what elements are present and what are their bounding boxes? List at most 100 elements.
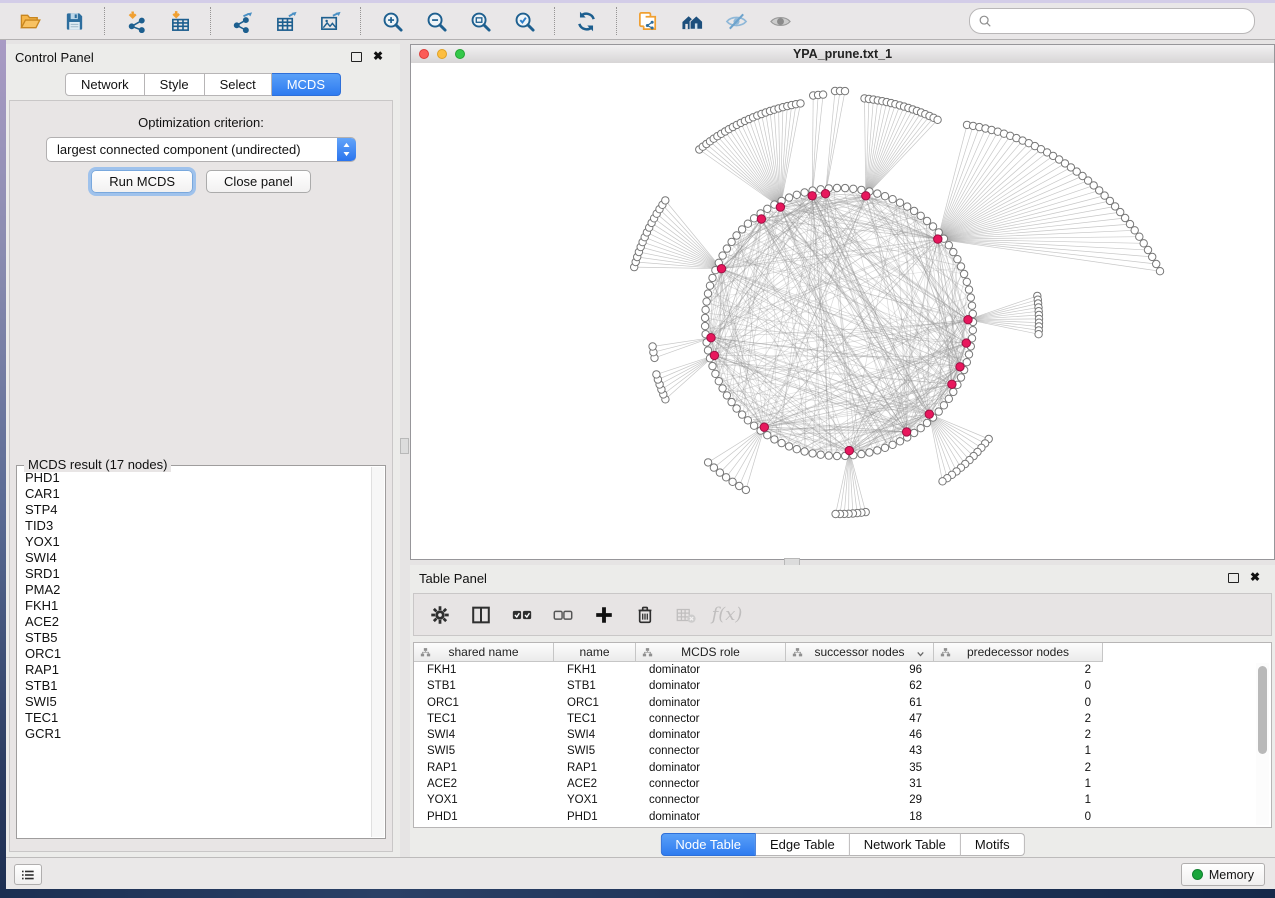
show-hide-button[interactable] bbox=[763, 5, 797, 37]
optimization-criterion-select[interactable]: largest connected component (undirected) bbox=[46, 137, 356, 162]
table-row[interactable]: ORC1ORC1dominator610 bbox=[414, 695, 1271, 711]
table-row[interactable]: FKH1FKH1dominator962 bbox=[414, 662, 1271, 678]
tab-network[interactable]: Network bbox=[65, 73, 145, 96]
column-header-successor-nodes[interactable]: successor nodes bbox=[786, 643, 934, 662]
copy-style-button[interactable] bbox=[631, 5, 665, 37]
close-panel-button[interactable]: Close panel bbox=[206, 170, 311, 193]
tab-mcds[interactable]: MCDS bbox=[272, 73, 341, 96]
table-row[interactable]: RAP1RAP1dominator352 bbox=[414, 760, 1271, 776]
tab-motifs[interactable]: Motifs bbox=[961, 833, 1025, 856]
mcds-result-item[interactable]: STB5 bbox=[19, 630, 371, 646]
select-all-button[interactable] bbox=[509, 602, 535, 628]
search-houses-button[interactable] bbox=[675, 5, 709, 37]
table-cell: 2 bbox=[934, 760, 1103, 776]
add-button[interactable] bbox=[591, 602, 617, 628]
table-scrollbar[interactable] bbox=[1256, 663, 1269, 825]
tab-select[interactable]: Select bbox=[205, 73, 272, 96]
column-header-MCDS-role[interactable]: MCDS role bbox=[636, 643, 786, 662]
column-header-predecessor-nodes[interactable]: predecessor nodes bbox=[934, 643, 1103, 662]
network-canvas[interactable] bbox=[411, 63, 1274, 559]
mcds-result-item[interactable]: YOX1 bbox=[19, 534, 371, 550]
mcds-result-item[interactable]: SRD1 bbox=[19, 566, 371, 582]
zoom-selected-button[interactable] bbox=[507, 5, 541, 37]
network-window-titlebar[interactable]: YPA_prune.txt_1 bbox=[411, 45, 1274, 64]
mcds-result-scrollbar[interactable] bbox=[371, 467, 384, 837]
tab-network-table[interactable]: Network Table bbox=[850, 833, 961, 856]
mcds-result-item[interactable]: STP4 bbox=[19, 502, 371, 518]
mcds-result-item[interactable]: CAR1 bbox=[19, 486, 371, 502]
table-cell: 2 bbox=[934, 711, 1103, 727]
mcds-result-item[interactable]: SWI5 bbox=[19, 694, 371, 710]
import-network-button[interactable] bbox=[119, 5, 153, 37]
export-image-button[interactable] bbox=[313, 5, 347, 37]
function-icon: f(x) bbox=[712, 604, 743, 625]
optimization-criterion-label: Optimization criterion: bbox=[10, 115, 392, 130]
float-panel-icon[interactable] bbox=[351, 52, 362, 62]
table-cell: STB1 bbox=[554, 678, 636, 694]
search-input[interactable] bbox=[997, 13, 1246, 29]
close-panel-icon[interactable]: ✖ bbox=[373, 49, 383, 63]
list-icon bbox=[20, 867, 36, 883]
table-row[interactable]: ACE2ACE2connector311 bbox=[414, 776, 1271, 792]
mcds-result-item[interactable]: ACE2 bbox=[19, 614, 371, 630]
mcds-result-item[interactable]: TEC1 bbox=[19, 710, 371, 726]
table-row[interactable]: SWI5SWI5connector431 bbox=[414, 743, 1271, 759]
delete-table-icon bbox=[675, 604, 697, 626]
table-cell: 2 bbox=[934, 662, 1103, 678]
export-network-icon bbox=[231, 10, 254, 33]
mcds-result-item[interactable]: SWI4 bbox=[19, 550, 371, 566]
memory-button[interactable]: Memory bbox=[1181, 863, 1265, 886]
table-cell: FKH1 bbox=[414, 662, 554, 678]
mcds-result-item[interactable]: STB1 bbox=[19, 678, 371, 694]
open-folder-button[interactable] bbox=[13, 5, 47, 37]
mcds-result-item[interactable]: PHD1 bbox=[19, 470, 371, 486]
unselect-all-button[interactable] bbox=[550, 602, 576, 628]
scrollbar-thumb[interactable] bbox=[1258, 666, 1267, 754]
zoom-in-button[interactable] bbox=[375, 5, 409, 37]
tab-style[interactable]: Style bbox=[145, 73, 205, 96]
table-row[interactable]: PHD1PHD1dominator180 bbox=[414, 809, 1271, 825]
tab-edge-table[interactable]: Edge Table bbox=[756, 833, 850, 856]
delete-table-button bbox=[673, 602, 699, 628]
mcds-result-item[interactable]: GCR1 bbox=[19, 726, 371, 742]
table-row[interactable]: TEC1TEC1connector472 bbox=[414, 711, 1271, 727]
vertical-splitter-handle[interactable] bbox=[400, 438, 409, 454]
zoom-fit-button[interactable] bbox=[463, 5, 497, 37]
export-table-button[interactable] bbox=[269, 5, 303, 37]
mcds-result-list[interactable]: PHD1CAR1STP4TID3YOX1SWI4SRD1PMA2FKH1ACE2… bbox=[19, 470, 371, 836]
column-header-name[interactable]: name bbox=[554, 643, 636, 662]
zoom-out-button[interactable] bbox=[419, 5, 453, 37]
float-table-panel-icon[interactable] bbox=[1228, 573, 1239, 583]
mcds-result-item[interactable]: TID3 bbox=[19, 518, 371, 534]
table-row[interactable]: SWI4SWI4dominator462 bbox=[414, 727, 1271, 743]
table-cell: dominator bbox=[636, 695, 786, 711]
mcds-result-item[interactable]: FKH1 bbox=[19, 598, 371, 614]
save-button[interactable] bbox=[57, 5, 91, 37]
refresh-button[interactable] bbox=[569, 5, 603, 37]
gear-button[interactable] bbox=[427, 602, 453, 628]
table-row[interactable]: STB1STB1dominator620 bbox=[414, 678, 1271, 694]
table-row[interactable]: YOX1YOX1connector291 bbox=[414, 792, 1271, 808]
export-network-button[interactable] bbox=[225, 5, 259, 37]
columns-button[interactable] bbox=[468, 602, 494, 628]
toolbar-buttons bbox=[8, 3, 802, 39]
search-box[interactable] bbox=[969, 8, 1255, 34]
toolbar-separator bbox=[360, 7, 362, 35]
main-toolbar bbox=[0, 3, 1275, 40]
delete-button[interactable] bbox=[632, 602, 658, 628]
task-history-button[interactable] bbox=[14, 864, 42, 885]
mcds-result-item[interactable]: RAP1 bbox=[19, 662, 371, 678]
column-header-shared-name[interactable]: shared name bbox=[414, 643, 554, 662]
tab-node-table[interactable]: Node Table bbox=[660, 833, 756, 856]
table-cell: PHD1 bbox=[414, 809, 554, 825]
column-type-icon bbox=[420, 647, 431, 658]
import-table-button[interactable] bbox=[163, 5, 197, 37]
table-cell: dominator bbox=[636, 809, 786, 825]
table-cell: 96 bbox=[786, 662, 934, 678]
mcds-result-item[interactable]: PMA2 bbox=[19, 582, 371, 598]
mcds-result-item[interactable]: ORC1 bbox=[19, 646, 371, 662]
close-table-panel-icon[interactable]: ✖ bbox=[1250, 570, 1260, 584]
hide-unhide-button[interactable] bbox=[719, 5, 753, 37]
table-cell: dominator bbox=[636, 727, 786, 743]
run-mcds-button[interactable]: Run MCDS bbox=[91, 170, 193, 193]
